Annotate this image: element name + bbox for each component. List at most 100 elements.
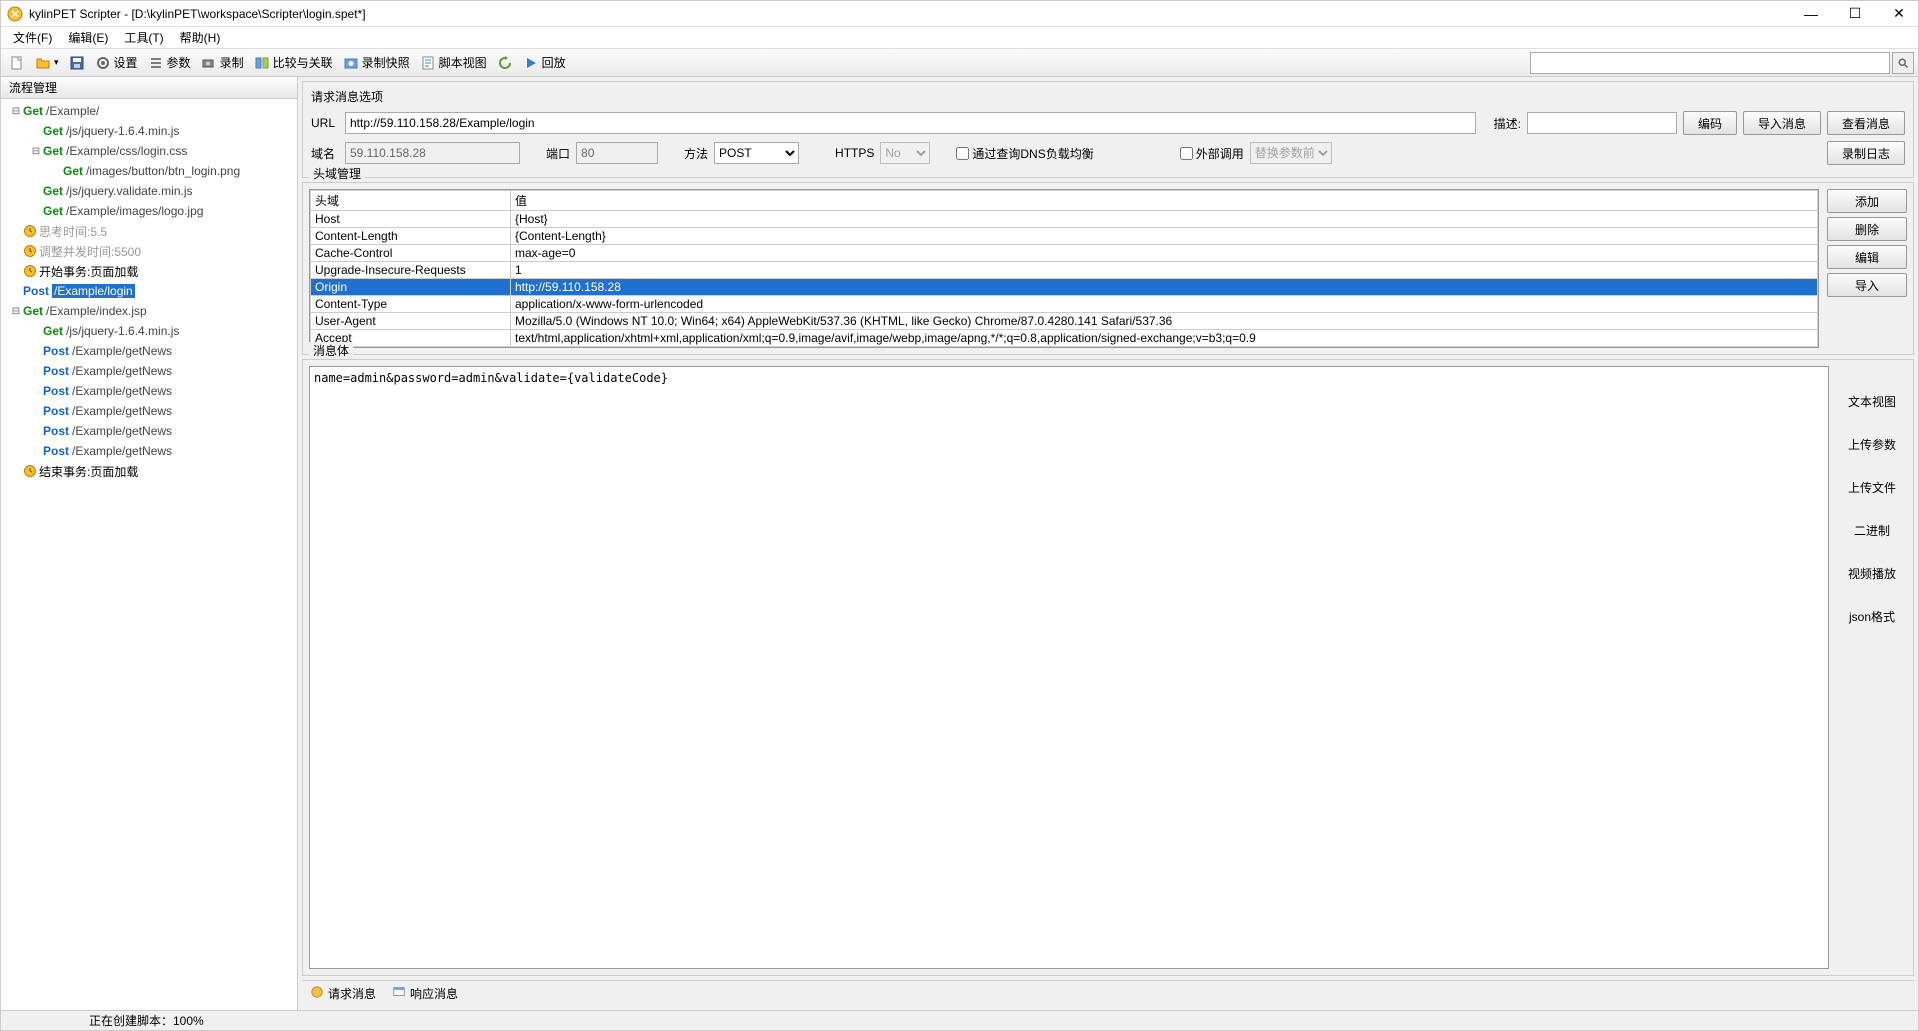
toolbar-search-button[interactable] — [1892, 52, 1914, 74]
refresh-icon — [497, 55, 513, 71]
tab-request[interactable]: 请求消息 — [310, 985, 376, 1002]
playback-button[interactable]: 回放 — [519, 52, 570, 73]
list-icon — [148, 55, 164, 71]
open-button[interactable]: ▾ — [31, 53, 63, 73]
tree-item[interactable]: 结束事务:页面加载 — [3, 461, 295, 481]
snapshot-button[interactable]: 录制快照 — [339, 52, 414, 73]
tree-item[interactable]: Get/js/jquery-1.6.4.min.js — [3, 121, 295, 141]
replace-select: 替换参数前 — [1250, 142, 1332, 164]
settings-button[interactable]: 设置 — [91, 52, 142, 73]
save-button[interactable] — [65, 53, 89, 73]
headers-table[interactable]: 头域值 Host{Host}Content-Length{Content-Len… — [309, 189, 1819, 348]
url-input[interactable] — [345, 112, 1476, 134]
compare-button[interactable]: 比较与关联 — [250, 52, 337, 73]
domain-input — [345, 142, 520, 164]
menu-help[interactable]: 帮助(H) — [172, 27, 229, 48]
tree-item[interactable]: 开始事务:页面加载 — [3, 261, 295, 281]
window-controls: — ☐ ✕ — [1798, 5, 1912, 22]
header-row[interactable]: Originhttp://59.110.158.28 — [311, 279, 1818, 296]
tree-item[interactable]: Post/Example/getNews — [3, 401, 295, 421]
menu-tools[interactable]: 工具(T) — [116, 27, 171, 48]
body-video-button[interactable]: 视频播放 — [1837, 558, 1907, 589]
clock-icon — [23, 464, 37, 478]
body-title: 消息体 — [309, 342, 353, 359]
app-icon — [7, 6, 23, 22]
header-row[interactable]: Content-Typeapplication/x-www-form-urlen… — [311, 296, 1818, 313]
params-button[interactable]: 参数 — [144, 52, 195, 73]
body-uploadfile-button[interactable]: 上传文件 — [1837, 472, 1907, 503]
play-icon — [523, 55, 539, 71]
body-uploadparam-button[interactable]: 上传参数 — [1837, 429, 1907, 460]
dns-checkbox[interactable]: 通过查询DNS负载均衡 — [956, 145, 1093, 162]
flow-panel: 流程管理 ⊟Get/Example/Get/js/jquery-1.6.4.mi… — [1, 77, 298, 1010]
folder-icon — [35, 55, 51, 71]
tree-item[interactable]: Post/Example/getNews — [3, 441, 295, 461]
body-textview-button[interactable]: 文本视图 — [1837, 386, 1907, 417]
message-body-textarea[interactable]: name=admin&password=admin&validate={vali… — [309, 366, 1829, 969]
domain-label: 域名 — [311, 145, 339, 162]
toolbar-search-input[interactable] — [1530, 52, 1890, 74]
desc-input[interactable] — [1527, 112, 1677, 134]
toolbar: ▾ 设置 参数 录制 比较与关联 录制快照 脚本视图 回放 — [1, 49, 1918, 77]
new-button[interactable] — [5, 53, 29, 73]
port-input — [576, 142, 658, 164]
method-label: 方法 — [684, 145, 708, 162]
close-button[interactable]: ✕ — [1886, 5, 1912, 22]
headers-col-key: 头域 — [311, 191, 511, 211]
headers-title: 头域管理 — [309, 165, 365, 182]
record-button[interactable]: 录制 — [197, 52, 248, 73]
view-msg-button[interactable]: 查看消息 — [1827, 111, 1905, 135]
flow-tree[interactable]: ⊟Get/Example/Get/js/jquery-1.6.4.min.js⊟… — [1, 99, 297, 1010]
minimize-button[interactable]: — — [1798, 6, 1824, 22]
tree-item[interactable]: Post/Example/getNews — [3, 361, 295, 381]
refresh-button[interactable] — [493, 53, 517, 73]
body-json-button[interactable]: json格式 — [1837, 601, 1907, 632]
header-delete-button[interactable]: 删除 — [1827, 217, 1907, 241]
app-window: kylinPET Scripter - [D:\kylinPET\workspa… — [0, 0, 1919, 1031]
header-row[interactable]: Upgrade-Insecure-Requests1 — [311, 262, 1818, 279]
header-row[interactable]: Host{Host} — [311, 211, 1818, 228]
body-binary-button[interactable]: 二进制 — [1837, 515, 1907, 546]
bottom-tabs: 请求消息 响应消息 — [302, 980, 1914, 1006]
tree-item[interactable]: ⊟Get/Example/css/login.css — [3, 141, 295, 161]
scriptview-button[interactable]: 脚本视图 — [416, 52, 491, 73]
method-select[interactable]: POST — [714, 142, 799, 164]
header-edit-button[interactable]: 编辑 — [1827, 245, 1907, 269]
tree-item[interactable]: ⊟Get/Example/ — [3, 101, 295, 121]
header-add-button[interactable]: 添加 — [1827, 189, 1907, 213]
request-icon — [310, 985, 324, 1002]
menu-file[interactable]: 文件(F) — [5, 27, 60, 48]
tree-item[interactable]: ⊟Get/Example/index.jsp — [3, 301, 295, 321]
url-label: URL — [311, 116, 339, 130]
tab-response[interactable]: 响应消息 — [392, 985, 458, 1002]
header-row[interactable]: Content-Length{Content-Length} — [311, 228, 1818, 245]
statusbar: 正在创建脚本：100% — [1, 1010, 1918, 1030]
compare-icon — [254, 55, 270, 71]
menu-edit[interactable]: 编辑(E) — [60, 27, 116, 48]
tree-item[interactable]: Post/Example/getNews — [3, 341, 295, 361]
https-select: No — [880, 142, 930, 164]
header-row[interactable]: Cache-Controlmax-age=0 — [311, 245, 1818, 262]
clock-icon — [23, 224, 37, 238]
window-title: kylinPET Scripter - [D:\kylinPET\workspa… — [29, 7, 1798, 21]
import-msg-button[interactable]: 导入消息 — [1743, 111, 1821, 135]
tree-item[interactable]: Get/images/button/btn_login.png — [3, 161, 295, 181]
header-row[interactable]: Accepttext/html,application/xhtml+xml,ap… — [311, 330, 1818, 347]
external-checkbox[interactable]: 外部调用 — [1180, 145, 1244, 162]
tree-item[interactable]: Get/js/jquery-1.6.4.min.js — [3, 321, 295, 341]
tree-item[interactable]: Post/Example/login — [3, 281, 295, 301]
tree-item[interactable]: Post/Example/getNews — [3, 381, 295, 401]
header-import-button[interactable]: 导入 — [1827, 273, 1907, 297]
tree-item[interactable]: Get/js/jquery.validate.min.js — [3, 181, 295, 201]
clock-icon — [23, 264, 37, 278]
header-row[interactable]: User-AgentMozilla/5.0 (Windows NT 10.0; … — [311, 313, 1818, 330]
encode-button[interactable]: 编码 — [1683, 111, 1737, 135]
record-log-button[interactable]: 录制日志 — [1827, 141, 1905, 165]
clock-icon — [23, 244, 37, 258]
tree-item[interactable]: 调整并发时间:5500 — [3, 241, 295, 261]
tree-item[interactable]: Post/Example/getNews — [3, 421, 295, 441]
tree-item[interactable]: 思考时间:5.5 — [3, 221, 295, 241]
status-text: 正在创建脚本：100% — [89, 1012, 204, 1029]
maximize-button[interactable]: ☐ — [1842, 5, 1868, 22]
tree-item[interactable]: Get/Example/images/logo.jpg — [3, 201, 295, 221]
